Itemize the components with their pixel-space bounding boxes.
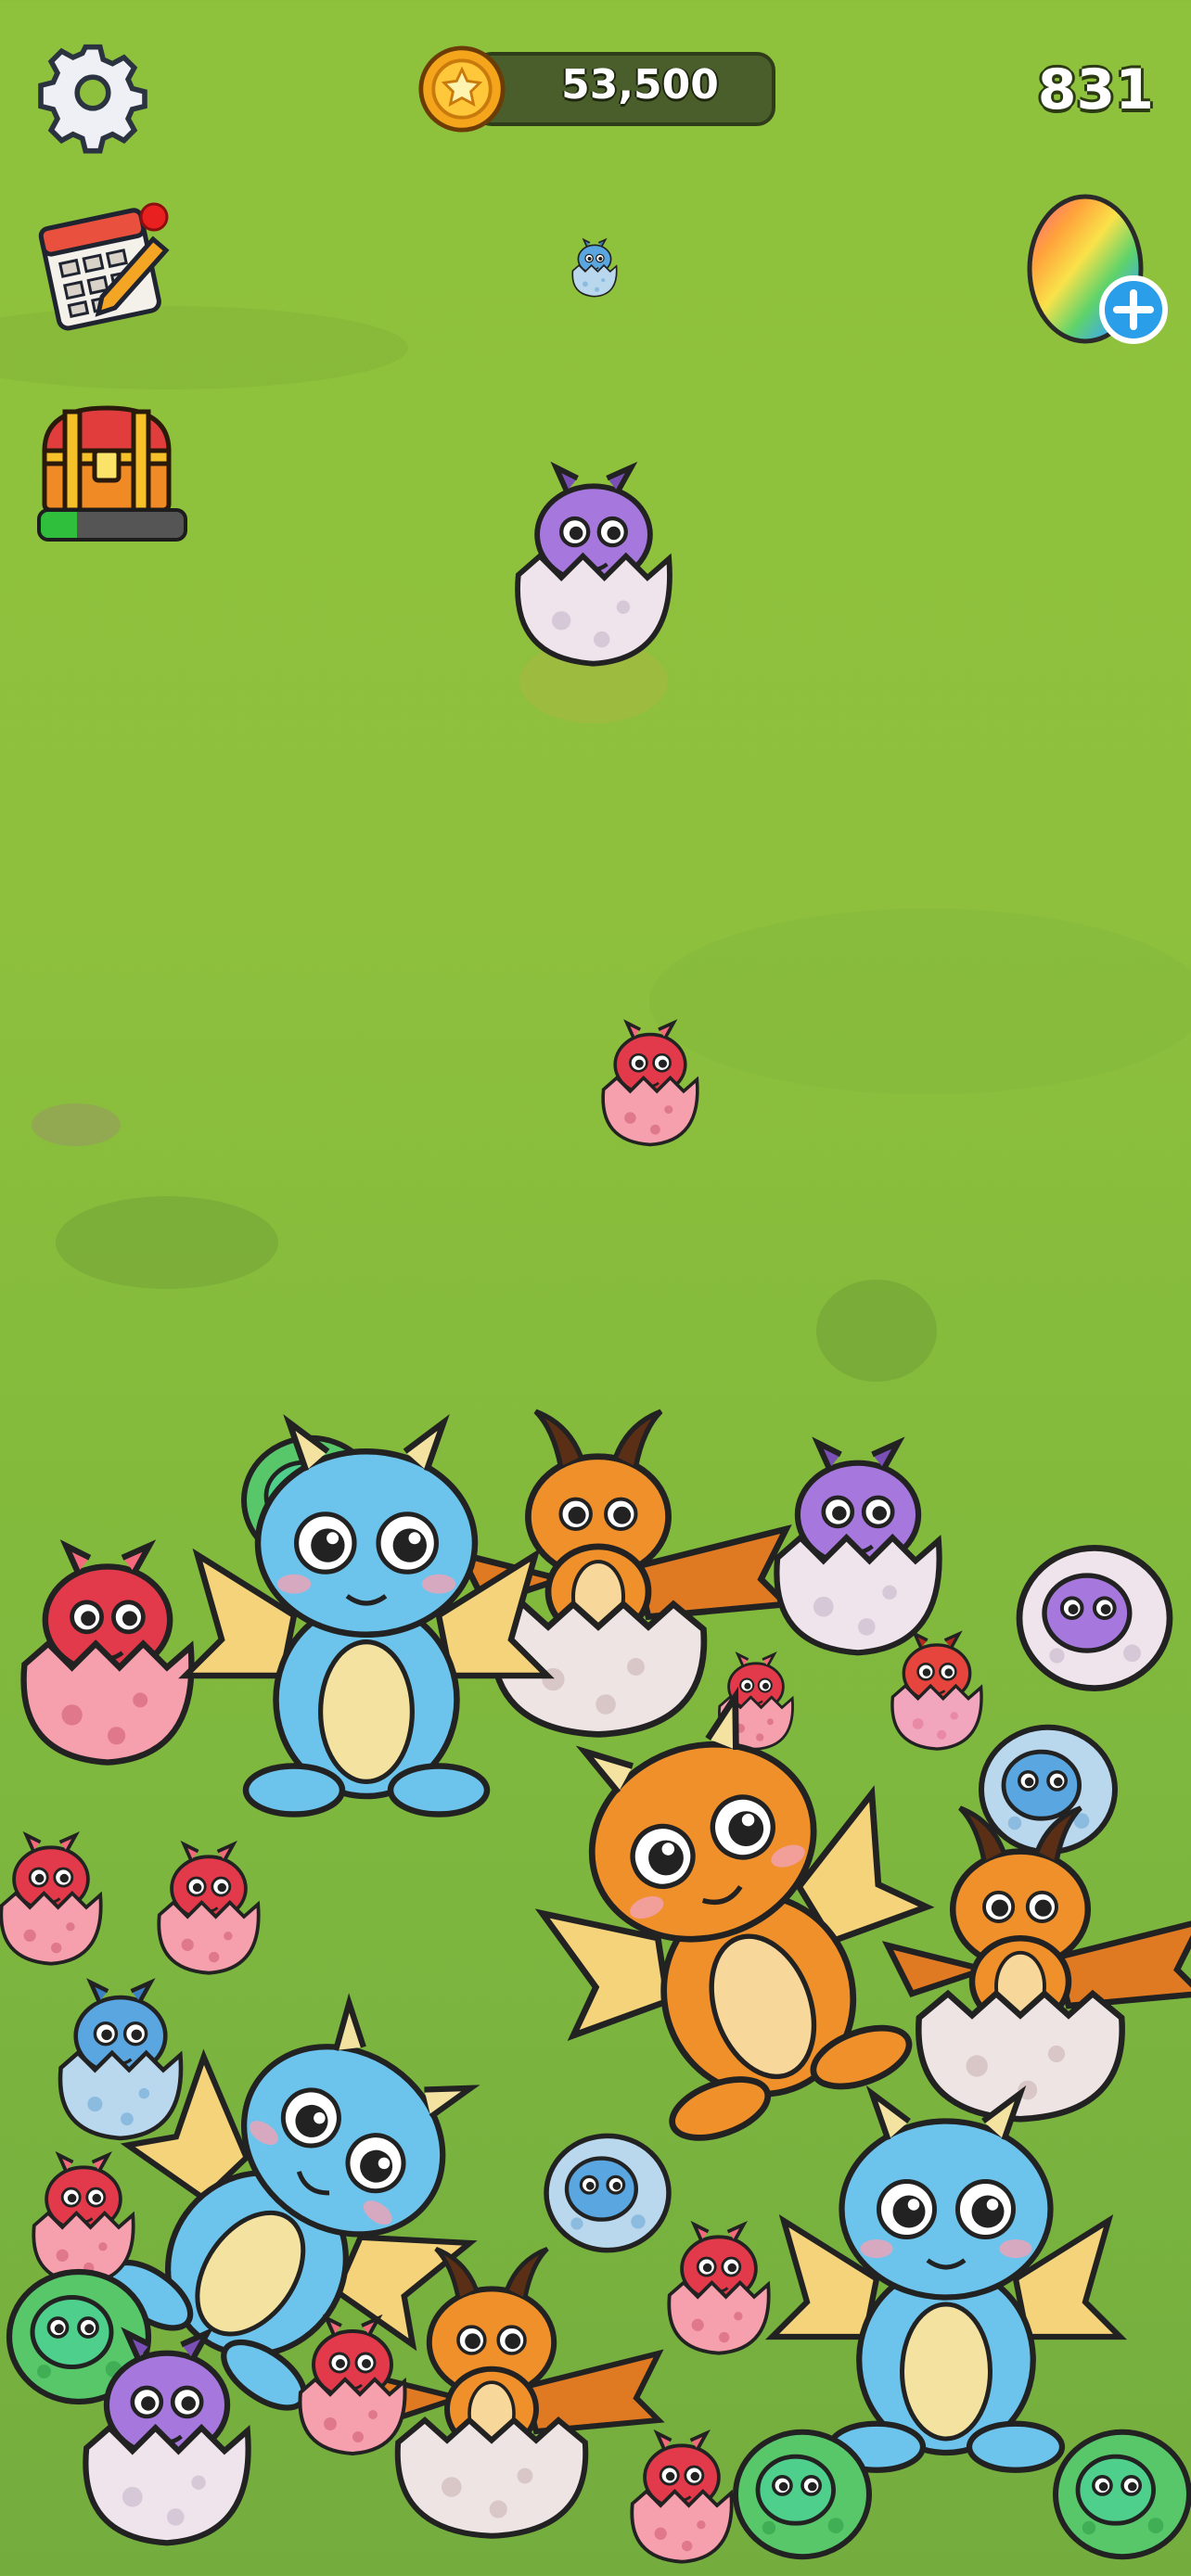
dragon-blue-sitting[interactable] xyxy=(178,1413,555,1817)
egg-green-hatchling[interactable] xyxy=(732,2429,873,2560)
grass-shade xyxy=(816,1280,937,1382)
hatchling-red-small[interactable] xyxy=(718,1651,794,1751)
hatchling-red-small[interactable] xyxy=(157,1840,261,1975)
dragon-orange-winged[interactable] xyxy=(881,1805,1191,2123)
grass-shade xyxy=(56,1196,278,1289)
hatchling-blue-spiky[interactable] xyxy=(58,1978,184,2141)
hatchling-purple[interactable] xyxy=(774,1436,942,1656)
hatchling-purple-falling[interactable] xyxy=(515,461,672,667)
coin-icon xyxy=(418,45,506,133)
hatchling-purple[interactable] xyxy=(83,2327,251,2546)
notification-dot xyxy=(139,202,169,232)
daily-tasks-button[interactable] xyxy=(37,195,176,334)
chest-progress-bar xyxy=(37,508,187,542)
dragon-orange-winged[interactable] xyxy=(455,1409,793,1738)
coin-counter: 53,500 xyxy=(417,45,779,133)
hatchling-blue-small[interactable] xyxy=(571,237,618,298)
hatchling-red-small[interactable] xyxy=(890,1630,983,1751)
egg-shop-button[interactable] xyxy=(1020,185,1178,352)
rainbow-egg-plus-icon xyxy=(1027,194,1168,344)
gear-icon xyxy=(38,44,147,154)
grass-shade xyxy=(649,909,1191,1094)
calendar-icon xyxy=(38,202,170,331)
dragon-orange-lying[interactable] xyxy=(483,1660,976,2171)
egg-green-hatchling[interactable] xyxy=(240,1435,381,1566)
hatchling-red-small[interactable] xyxy=(298,2314,407,2456)
coin-amount: 53,500 xyxy=(561,61,719,108)
score-counter: 831 xyxy=(1037,57,1154,122)
settings-button[interactable] xyxy=(38,41,147,154)
hatchling-red-triceratops[interactable] xyxy=(20,1539,195,1766)
dragon-blue-tumbling[interactable] xyxy=(51,1945,552,2454)
dragon-orange-winged[interactable] xyxy=(364,2246,665,2539)
hatchling-red-small[interactable] xyxy=(630,2429,734,2564)
hatchling-red-small[interactable] xyxy=(0,1830,103,1966)
chest-progress-fill xyxy=(41,512,77,538)
egg-blue-spiky[interactable] xyxy=(544,2133,672,2253)
hatchling-red-small[interactable] xyxy=(667,2220,771,2355)
egg-purple-hatchling[interactable] xyxy=(1016,1545,1173,1691)
egg-blue-spiky[interactable] xyxy=(978,1724,1119,1855)
hatchling-red-small[interactable] xyxy=(32,2150,135,2286)
dragon-blue-sitting[interactable] xyxy=(764,2085,1128,2473)
egg-green-hatchling[interactable] xyxy=(1053,2429,1191,2560)
treasure-chest-icon xyxy=(42,405,172,513)
grass-shade xyxy=(32,1103,121,1146)
grass-shade xyxy=(519,640,668,723)
egg-green-hatchling[interactable] xyxy=(6,2268,152,2405)
